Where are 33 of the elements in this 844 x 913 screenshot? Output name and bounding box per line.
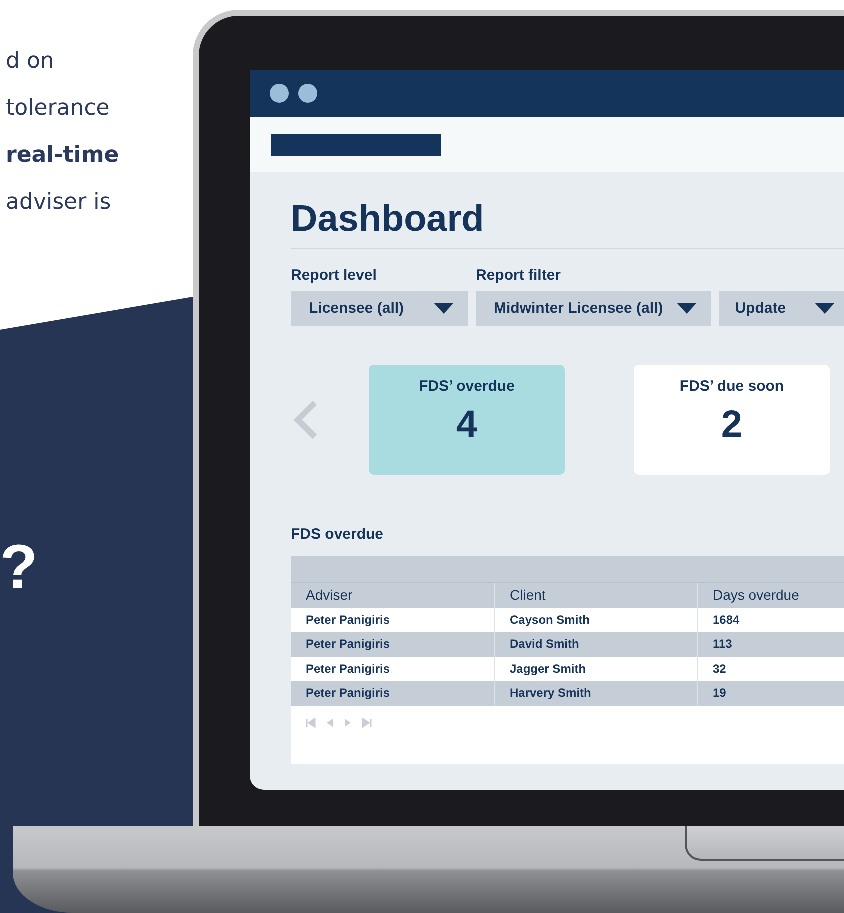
column-header: Days overdue bbox=[698, 583, 844, 608]
table-title: FDS overdue bbox=[291, 526, 385, 544]
table-cell: Peter Panigiris bbox=[291, 681, 495, 706]
card-count: 2 bbox=[721, 403, 743, 447]
caret-icon bbox=[677, 303, 698, 314]
card-title: FDS’ overdue bbox=[419, 378, 515, 395]
table-cell: 113 bbox=[698, 632, 844, 656]
last-page-icon[interactable] bbox=[362, 718, 372, 728]
filter-dropdown[interactable]: Midwinter Licensee (all) bbox=[476, 291, 712, 326]
filter-dropdown[interactable]: Licensee (all) bbox=[291, 291, 468, 326]
filter-label: Report level bbox=[291, 267, 378, 284]
page-title: Dashboard bbox=[291, 197, 844, 249]
table-cell: Harvery Smith bbox=[495, 681, 698, 706]
window-dots-icon bbox=[270, 84, 318, 103]
caret-icon bbox=[434, 303, 454, 314]
next-page-icon[interactable] bbox=[344, 718, 352, 728]
filter-label: Report filter bbox=[476, 267, 562, 284]
column-header: Client bbox=[495, 583, 698, 608]
chevron-left-icon[interactable] bbox=[291, 400, 319, 440]
first-page-icon[interactable] bbox=[306, 718, 316, 728]
summary-card[interactable]: FDS’ overdue 4 bbox=[369, 365, 565, 475]
intro-paragraph: d on tolerance real-time adviser is bbox=[6, 48, 120, 217]
card-count: 4 bbox=[456, 403, 478, 447]
caret-icon bbox=[815, 303, 836, 314]
card-title: FDS’ due soon bbox=[680, 378, 784, 395]
table-cell: 19 bbox=[698, 681, 844, 706]
callout-text: ? bbox=[0, 537, 38, 599]
previous-page-icon[interactable] bbox=[326, 718, 334, 728]
table-cell: Peter Panigiris bbox=[291, 632, 495, 656]
table-cell: David Smith bbox=[495, 632, 698, 656]
column-header: Adviser bbox=[291, 583, 495, 608]
summary-card[interactable]: FDS’ due soon 2 bbox=[634, 365, 830, 475]
update-dropdown[interactable]: Update bbox=[719, 291, 844, 326]
